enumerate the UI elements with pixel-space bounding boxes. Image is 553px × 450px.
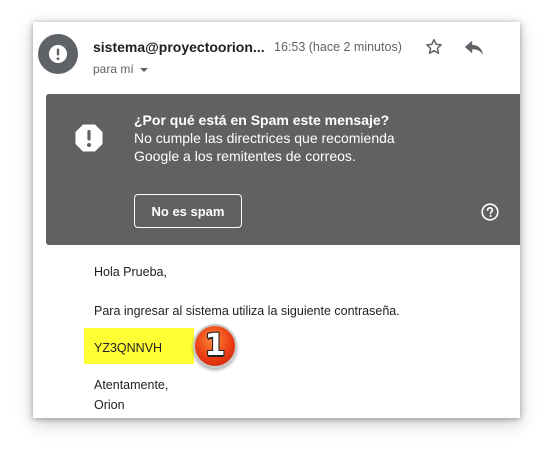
spam-reason: No cumple las directrices que recomienda… [134, 130, 395, 164]
email-message-view: sistema@proyectoorion... 16:53 (hace 2 m… [33, 22, 520, 418]
signature-text: Orion [94, 398, 125, 412]
warning-icon [75, 124, 103, 152]
alert-icon [49, 45, 67, 63]
sender-address[interactable]: sistema@proyectoorion... [93, 39, 265, 55]
sender-avatar [38, 34, 78, 74]
message-timestamp: 16:53 (hace 2 minutos) [274, 40, 402, 54]
step-number-badge: 1 [193, 324, 237, 368]
recipient-dropdown[interactable]: para mí [93, 62, 148, 76]
closing-text: Atentamente, [94, 378, 169, 392]
chevron-down-icon [139, 67, 148, 72]
instruction-text: Para ingresar al sistema utiliza la sigu… [94, 304, 400, 318]
spam-warning-banner: ¿Por qué está en Spam este mensaje? No c… [46, 94, 520, 245]
reply-button[interactable] [463, 37, 485, 57]
star-outline-icon [426, 38, 442, 54]
greeting-text: Hola Prueba, [94, 265, 167, 279]
recipient-label: para mí [93, 62, 134, 76]
step-number: 1 [204, 328, 226, 363]
reply-icon [464, 40, 484, 55]
star-button[interactable] [424, 37, 444, 57]
not-spam-button[interactable]: No es spam [134, 194, 242, 228]
help-icon[interactable] [481, 203, 499, 221]
password-text: YZ3QNNVH [94, 341, 163, 355]
spam-title: ¿Por qué está en Spam este mensaje? [134, 112, 390, 128]
spam-explanation: ¿Por qué está en Spam este mensaje? No c… [134, 111, 404, 165]
